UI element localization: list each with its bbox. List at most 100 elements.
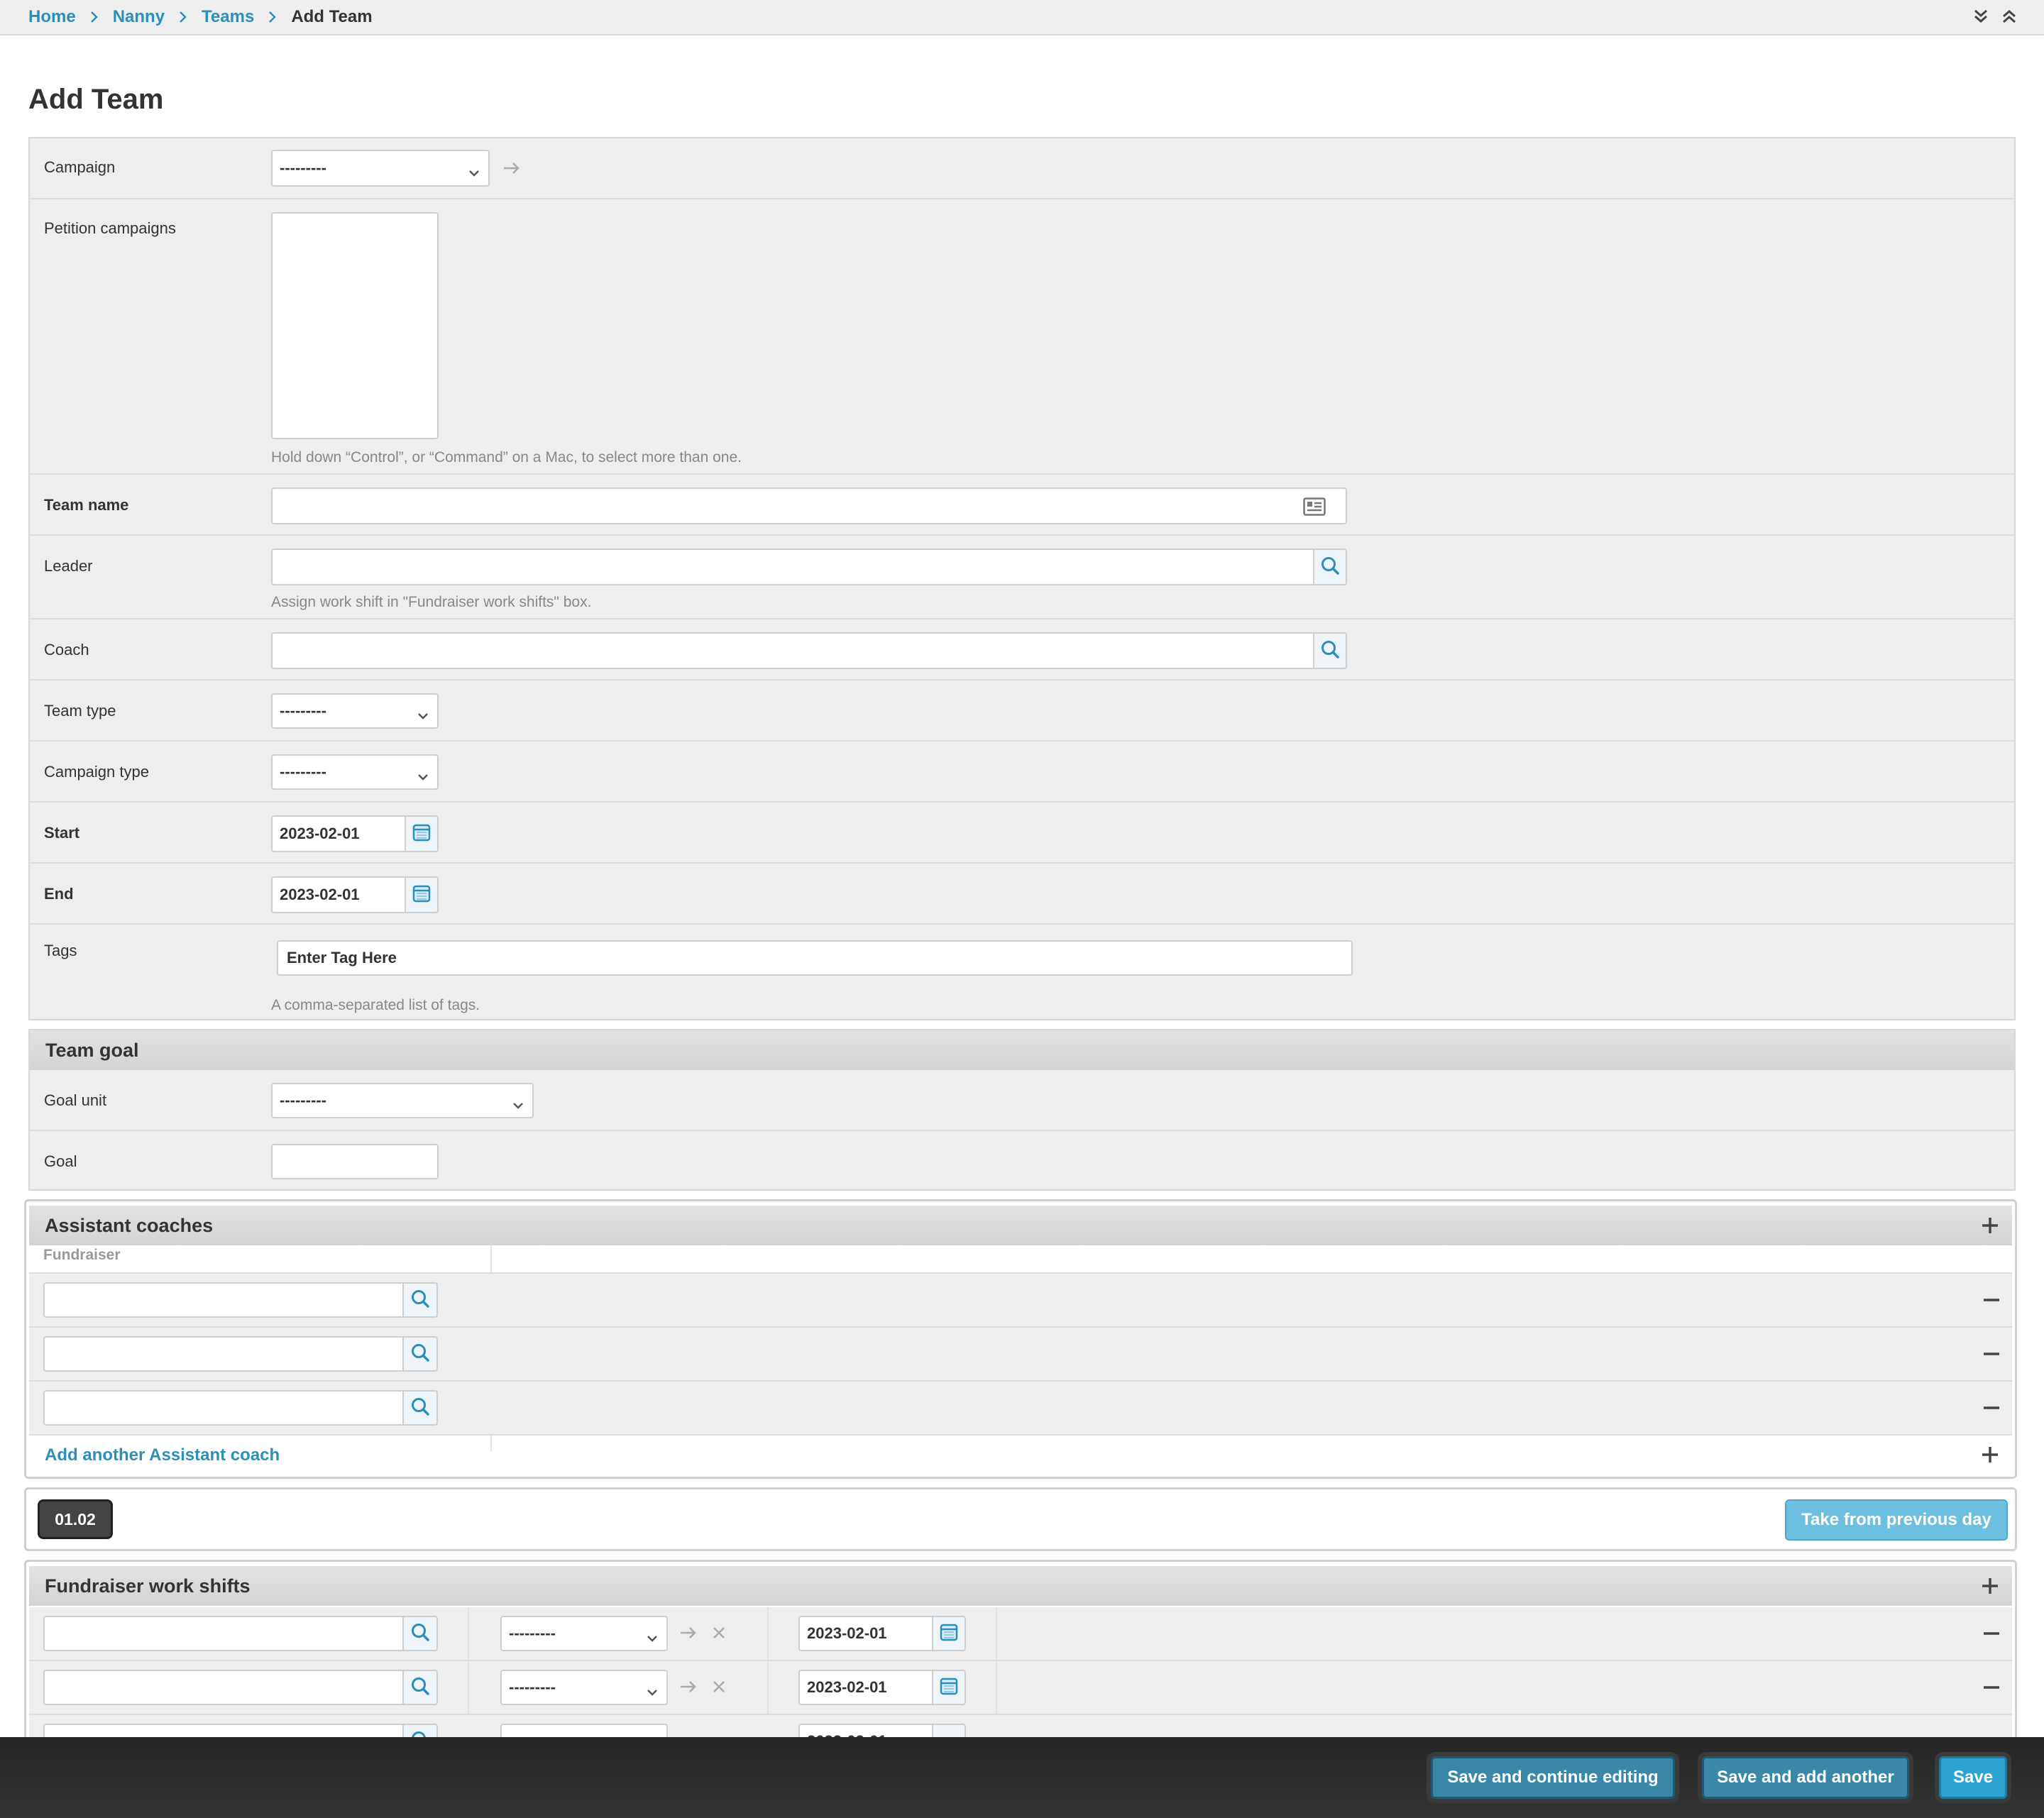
goal-input[interactable] — [271, 1144, 439, 1179]
assistant-coach-input[interactable] — [43, 1282, 404, 1318]
campaign-select[interactable]: --------- — [271, 150, 490, 187]
shift-fundraiser-lookup-button[interactable] — [402, 1616, 438, 1651]
campaign-select-value: --------- — [280, 159, 326, 177]
petition-campaigns-multiselect[interactable] — [271, 212, 439, 439]
add-another-assistant-coach-link[interactable]: Add another Assistant coach — [45, 1445, 280, 1465]
team-type-select-value: --------- — [280, 702, 326, 720]
search-icon — [410, 1289, 430, 1312]
search-icon — [410, 1622, 430, 1646]
search-icon — [1320, 556, 1340, 579]
tags-placeholder: Enter Tag Here — [287, 949, 397, 966]
campaign-type-select[interactable]: --------- — [271, 754, 439, 790]
page-tools — [1972, 6, 2018, 27]
collapse-all-icon[interactable] — [1972, 6, 1990, 27]
end-date-value: 2023-02-01 — [280, 886, 360, 903]
remove-row-minus-icon[interactable] — [1981, 1677, 2002, 1698]
clear-x-icon[interactable] — [712, 1680, 726, 1697]
tags-input[interactable]: Enter Tag Here — [277, 940, 1353, 976]
assistant-coach-input[interactable] — [43, 1390, 404, 1426]
take-from-previous-day-button[interactable]: Take from previous day — [1785, 1499, 2008, 1541]
team-type-select[interactable]: --------- — [271, 693, 439, 729]
save-and-continue-button[interactable]: Save and continue editing — [1431, 1756, 1675, 1799]
breadcrumb-home[interactable]: Home — [28, 7, 76, 27]
campaign-type-row: Campaign type --------- — [30, 742, 2014, 803]
shift-calendar-button[interactable] — [932, 1616, 966, 1651]
assistant-coaches-group: Assistant coaches Fundraiser Add another… — [24, 1199, 2017, 1479]
save-and-add-another-button[interactable]: Save and add another — [1702, 1756, 1909, 1799]
petition-campaigns-row: Petition campaigns Hold down “Control”, … — [30, 199, 2014, 475]
tags-label: Tags — [44, 942, 77, 959]
assistant-coach-input[interactable] — [43, 1336, 404, 1372]
calendar-icon — [940, 1623, 958, 1645]
add-work-shift-plus-icon[interactable] — [1979, 1575, 2001, 1597]
shift-date-input[interactable]: 2023-02-01 — [798, 1616, 933, 1651]
goal-unit-row: Goal unit --------- — [30, 1070, 2014, 1131]
clear-x-icon[interactable] — [712, 1626, 726, 1643]
shift-calendar-button[interactable] — [932, 1670, 966, 1705]
expand-all-icon[interactable] — [2000, 6, 2018, 27]
remove-row-minus-icon[interactable] — [1981, 1289, 2002, 1311]
start-label: Start — [44, 824, 80, 842]
team-name-input[interactable] — [271, 487, 1347, 524]
remove-row-minus-icon[interactable] — [1981, 1397, 2002, 1418]
go-to-arrow-icon[interactable] — [679, 1624, 698, 1645]
shift-fundraiser-input[interactable] — [43, 1616, 404, 1651]
add-another-plus-icon[interactable] — [1979, 1444, 2001, 1465]
chevron-down-icon — [647, 1682, 658, 1701]
breadcrumb-nanny[interactable]: Nanny — [113, 7, 165, 27]
save-button[interactable]: Save — [1939, 1756, 2007, 1799]
fundraiser-column-header: Fundraiser — [43, 1247, 121, 1263]
goal-unit-select[interactable]: --------- — [271, 1083, 534, 1118]
start-date-input[interactable]: 2023-02-01 — [271, 815, 406, 852]
start-calendar-button[interactable] — [405, 815, 439, 852]
breadcrumb-teams[interactable]: Teams — [202, 7, 254, 27]
goal-unit-label: Goal unit — [44, 1091, 107, 1109]
shift-date-value: 2023-02-01 — [807, 1624, 887, 1642]
breadcrumb-current: Add Team — [291, 7, 373, 26]
assistant-coach-lookup-button[interactable] — [402, 1336, 438, 1372]
assistant-coach-lookup-button[interactable] — [402, 1390, 438, 1426]
fundraiser-work-shifts-group: Fundraiser work shifts --------- 2023-02… — [24, 1560, 2017, 1746]
remove-row-minus-icon[interactable] — [1981, 1623, 2002, 1644]
campaign-row: Campaign --------- — [30, 138, 2014, 199]
team-name-row: Team name — [30, 475, 2014, 536]
goal-row: Goal — [30, 1131, 2014, 1191]
shift-fundraiser-input[interactable] — [43, 1670, 404, 1705]
chevron-down-icon — [417, 706, 429, 725]
search-icon — [1320, 639, 1340, 663]
coach-lookup-button[interactable] — [1313, 632, 1347, 669]
day-tab[interactable]: 01.02 — [38, 1499, 113, 1539]
remove-row-minus-icon[interactable] — [1981, 1343, 2002, 1365]
assistant-coach-row — [29, 1382, 2012, 1436]
search-icon — [410, 1396, 430, 1420]
team-goal-fieldset: Team goal Goal unit --------- Goal — [28, 1029, 2016, 1191]
day-bar: 01.02 Take from previous day — [24, 1487, 2017, 1551]
go-to-campaign-arrow-icon[interactable] — [502, 160, 521, 180]
shift-date-input[interactable]: 2023-02-01 — [798, 1670, 933, 1705]
petition-campaigns-help: Hold down “Control”, or “Command” on a M… — [271, 449, 742, 465]
coach-input[interactable] — [271, 632, 1314, 669]
end-calendar-button[interactable] — [405, 876, 439, 913]
leader-input[interactable] — [271, 549, 1314, 585]
assistant-coach-row — [29, 1274, 2012, 1328]
start-date-value: 2023-02-01 — [280, 825, 360, 842]
column-divider — [996, 1661, 997, 1714]
end-date-input[interactable]: 2023-02-01 — [271, 876, 406, 913]
shift-type-select[interactable]: --------- — [500, 1670, 668, 1705]
column-divider — [767, 1607, 769, 1660]
shift-fundraiser-lookup-button[interactable] — [402, 1670, 438, 1705]
assistant-coach-lookup-button[interactable] — [402, 1282, 438, 1318]
column-divider — [468, 1661, 469, 1714]
end-label: End — [44, 885, 74, 903]
shift-date-value: 2023-02-01 — [807, 1678, 887, 1696]
goal-unit-select-value: --------- — [280, 1091, 326, 1109]
add-assistant-coach-plus-icon[interactable] — [1979, 1215, 2001, 1236]
shift-type-select[interactable]: --------- — [500, 1616, 668, 1651]
leader-lookup-button[interactable] — [1313, 549, 1347, 585]
team-form-fieldset: Campaign --------- Petition campaigns Ho… — [28, 137, 2016, 1020]
work-shift-row: --------- 2023-02-01 — [29, 1661, 2012, 1715]
go-to-arrow-icon[interactable] — [679, 1678, 698, 1699]
calendar-icon — [412, 884, 431, 906]
search-icon — [410, 1343, 430, 1366]
calendar-icon — [412, 823, 431, 845]
